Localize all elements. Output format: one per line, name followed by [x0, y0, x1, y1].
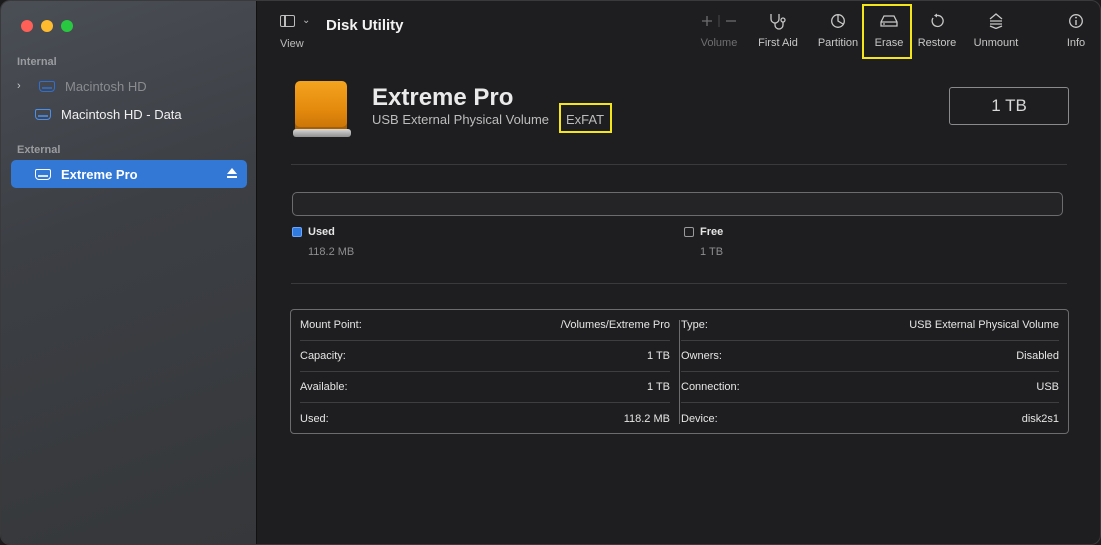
volume-subtitle: USB External Physical Volume [372, 112, 550, 127]
info-button[interactable]: Info [1058, 11, 1094, 53]
disclosure-chevron-icon[interactable]: › [17, 80, 29, 92]
info-row-connection: Connection: USB [681, 372, 1059, 403]
view-button[interactable]: ⌄ View [280, 13, 320, 51]
partition-button[interactable]: Partition [812, 11, 864, 53]
view-label: View [280, 38, 304, 50]
sidebar-item-macintosh-hd-data[interactable]: Macintosh HD - Data [11, 100, 247, 128]
legend-free-label: Free [700, 226, 724, 238]
internal-disk-icon [35, 108, 51, 120]
legend-used-value: 118.2 MB [308, 246, 355, 258]
info-label: Capacity: [300, 350, 346, 362]
sidebar-item-extreme-pro[interactable]: Extreme Pro [11, 160, 247, 188]
app-title: Disk Utility [326, 17, 404, 34]
stethoscope-icon [754, 11, 802, 31]
sidebar-item-label: Macintosh HD [65, 78, 147, 94]
info-row-owners: Owners: Disabled [681, 341, 1059, 372]
capacity-badge: 1 TB [949, 87, 1069, 125]
info-value: USB [1036, 381, 1059, 393]
sidebar-item-label: Extreme Pro [61, 166, 138, 182]
internal-disk-icon [39, 80, 55, 92]
info-label: Type: [681, 319, 708, 331]
erase-highlight-box [862, 4, 912, 59]
info-column-right: Type: USB External Physical Volume Owner… [681, 310, 1069, 433]
plus-minus-icon [696, 11, 742, 31]
info-row-available: Available: 1 TB [300, 372, 670, 403]
first-aid-label: First Aid [758, 37, 798, 49]
info-value: 1 TB [646, 350, 670, 362]
filesystem-highlight-box [559, 103, 612, 133]
info-row-device: Device: disk2s1 [681, 403, 1059, 434]
info-row-mount-point: Mount Point: /Volumes/Extreme Pro [300, 310, 670, 341]
sidebar: Internal › Macintosh HD Macintosh HD - D… [1, 1, 257, 544]
divider [291, 283, 1067, 284]
info-row-capacity: Capacity: 1 TB [300, 341, 670, 372]
info-row-type: Type: USB External Physical Volume [681, 310, 1059, 341]
info-label: Connection: [681, 381, 740, 393]
info-label: Mount Point: [300, 319, 362, 331]
info-column-left: Mount Point: /Volumes/Extreme Pro Capaci… [291, 310, 671, 433]
legend-used-label: Used [308, 226, 335, 238]
partition-label: Partition [817, 37, 859, 49]
info-value: /Volumes/Extreme Pro [560, 319, 670, 331]
toolbar: ⌄ View Disk Utility Volume First Aid Par… [258, 1, 1100, 59]
info-label: Device: [681, 412, 718, 425]
free-swatch-icon [684, 227, 694, 237]
info-value: Disabled [1016, 350, 1059, 362]
sidebar-section-external: External [17, 144, 61, 156]
info-label: Owners: [681, 350, 722, 362]
info-label: Available: [300, 381, 348, 393]
info-value: USB External Physical Volume [909, 319, 1059, 331]
main-content: Extreme Pro USB External Physical Volume… [258, 57, 1100, 544]
restore-button[interactable]: Restore [914, 11, 960, 53]
zoom-window-button[interactable] [61, 20, 73, 32]
restore-arrow-icon [914, 11, 960, 31]
unmount-icon [968, 11, 1024, 31]
volume-button[interactable]: Volume [696, 11, 742, 53]
info-value: disk2s1 [1021, 412, 1059, 425]
unmount-button[interactable]: Unmount [968, 11, 1024, 53]
restore-label: Restore [917, 37, 957, 49]
info-label: Info [1066, 37, 1086, 49]
unmount-label: Unmount [973, 37, 1019, 49]
disk-utility-window: Internal › Macintosh HD Macintosh HD - D… [0, 0, 1101, 545]
volume-name: Extreme Pro [372, 84, 514, 111]
eject-icon[interactable] [227, 168, 237, 179]
external-drive-icon [293, 81, 351, 139]
minimize-window-button[interactable] [41, 20, 53, 32]
external-disk-icon [35, 168, 51, 180]
sidebar-item-label: Macintosh HD - Data [61, 106, 182, 122]
info-icon [1058, 11, 1094, 31]
chevron-down-icon: ⌄ [302, 15, 311, 26]
first-aid-button[interactable]: First Aid [754, 11, 802, 53]
pie-chart-icon [812, 11, 864, 31]
legend-free-value: 1 TB [700, 246, 724, 258]
info-value: 118.2 MB [623, 412, 670, 425]
info-label: Used: [300, 412, 329, 425]
used-swatch-icon [292, 227, 302, 237]
sidebar-toggle-icon [280, 15, 295, 27]
window-controls [21, 20, 73, 32]
close-window-button[interactable] [21, 20, 33, 32]
volume-label: Volume [700, 37, 738, 49]
sidebar-section-internal: Internal [17, 56, 57, 68]
info-row-used: Used: 118.2 MB [300, 403, 670, 434]
info-value: 1 TB [646, 381, 670, 393]
info-column-separator [679, 320, 680, 424]
divider [291, 164, 1067, 165]
volume-info-table: Mount Point: /Volumes/Extreme Pro Capaci… [290, 309, 1069, 434]
usage-bar [292, 192, 1063, 216]
sidebar-item-macintosh-hd[interactable]: › Macintosh HD [11, 72, 247, 100]
